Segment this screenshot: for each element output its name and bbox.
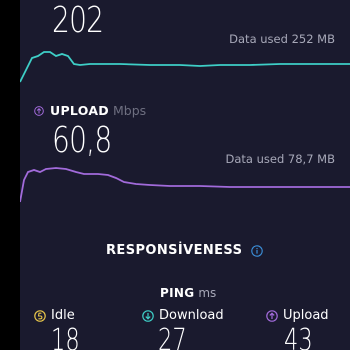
ping-upload: Upload — [266, 308, 329, 323]
ping-idle: Idle — [34, 308, 75, 323]
download-arrow-icon — [142, 309, 154, 322]
upload-header: UPLOAD Mbps — [34, 103, 146, 118]
download-speed-value: 202 — [52, 0, 104, 41]
responsiveness-title: RESPONSİVENESS — [106, 243, 264, 258]
upload-label: UPLOAD — [50, 103, 109, 118]
upload-arrow-icon — [34, 105, 44, 116]
info-icon[interactable] — [251, 244, 264, 257]
ping-download-label: Download — [159, 308, 224, 323]
ping-header: PING ms — [160, 286, 216, 300]
ping-idle-label: Idle — [51, 308, 75, 323]
download-speed-graph — [20, 51, 350, 83]
upload-speed-value: 60,8 — [52, 120, 112, 161]
responsiveness-label: RESPONSİVENESS — [106, 243, 243, 258]
ping-idle-value: 18 — [51, 323, 80, 350]
ping-upload-label: Upload — [283, 308, 329, 323]
ping-unit: ms — [198, 286, 217, 300]
ping-download: Download — [142, 308, 224, 323]
ping-label: PING — [160, 286, 195, 300]
ping-upload-value: 43 — [284, 323, 313, 350]
ping-download-value: 27 — [158, 323, 187, 350]
speedtest-result-screen: 202 Data used 252 MB UPLOAD Mbps 60,8 Da… — [20, 0, 350, 350]
upload-unit: Mbps — [112, 103, 147, 118]
upload-arrow-icon — [266, 309, 278, 322]
idle-icon — [34, 309, 46, 322]
upload-speed-graph — [20, 167, 350, 203]
